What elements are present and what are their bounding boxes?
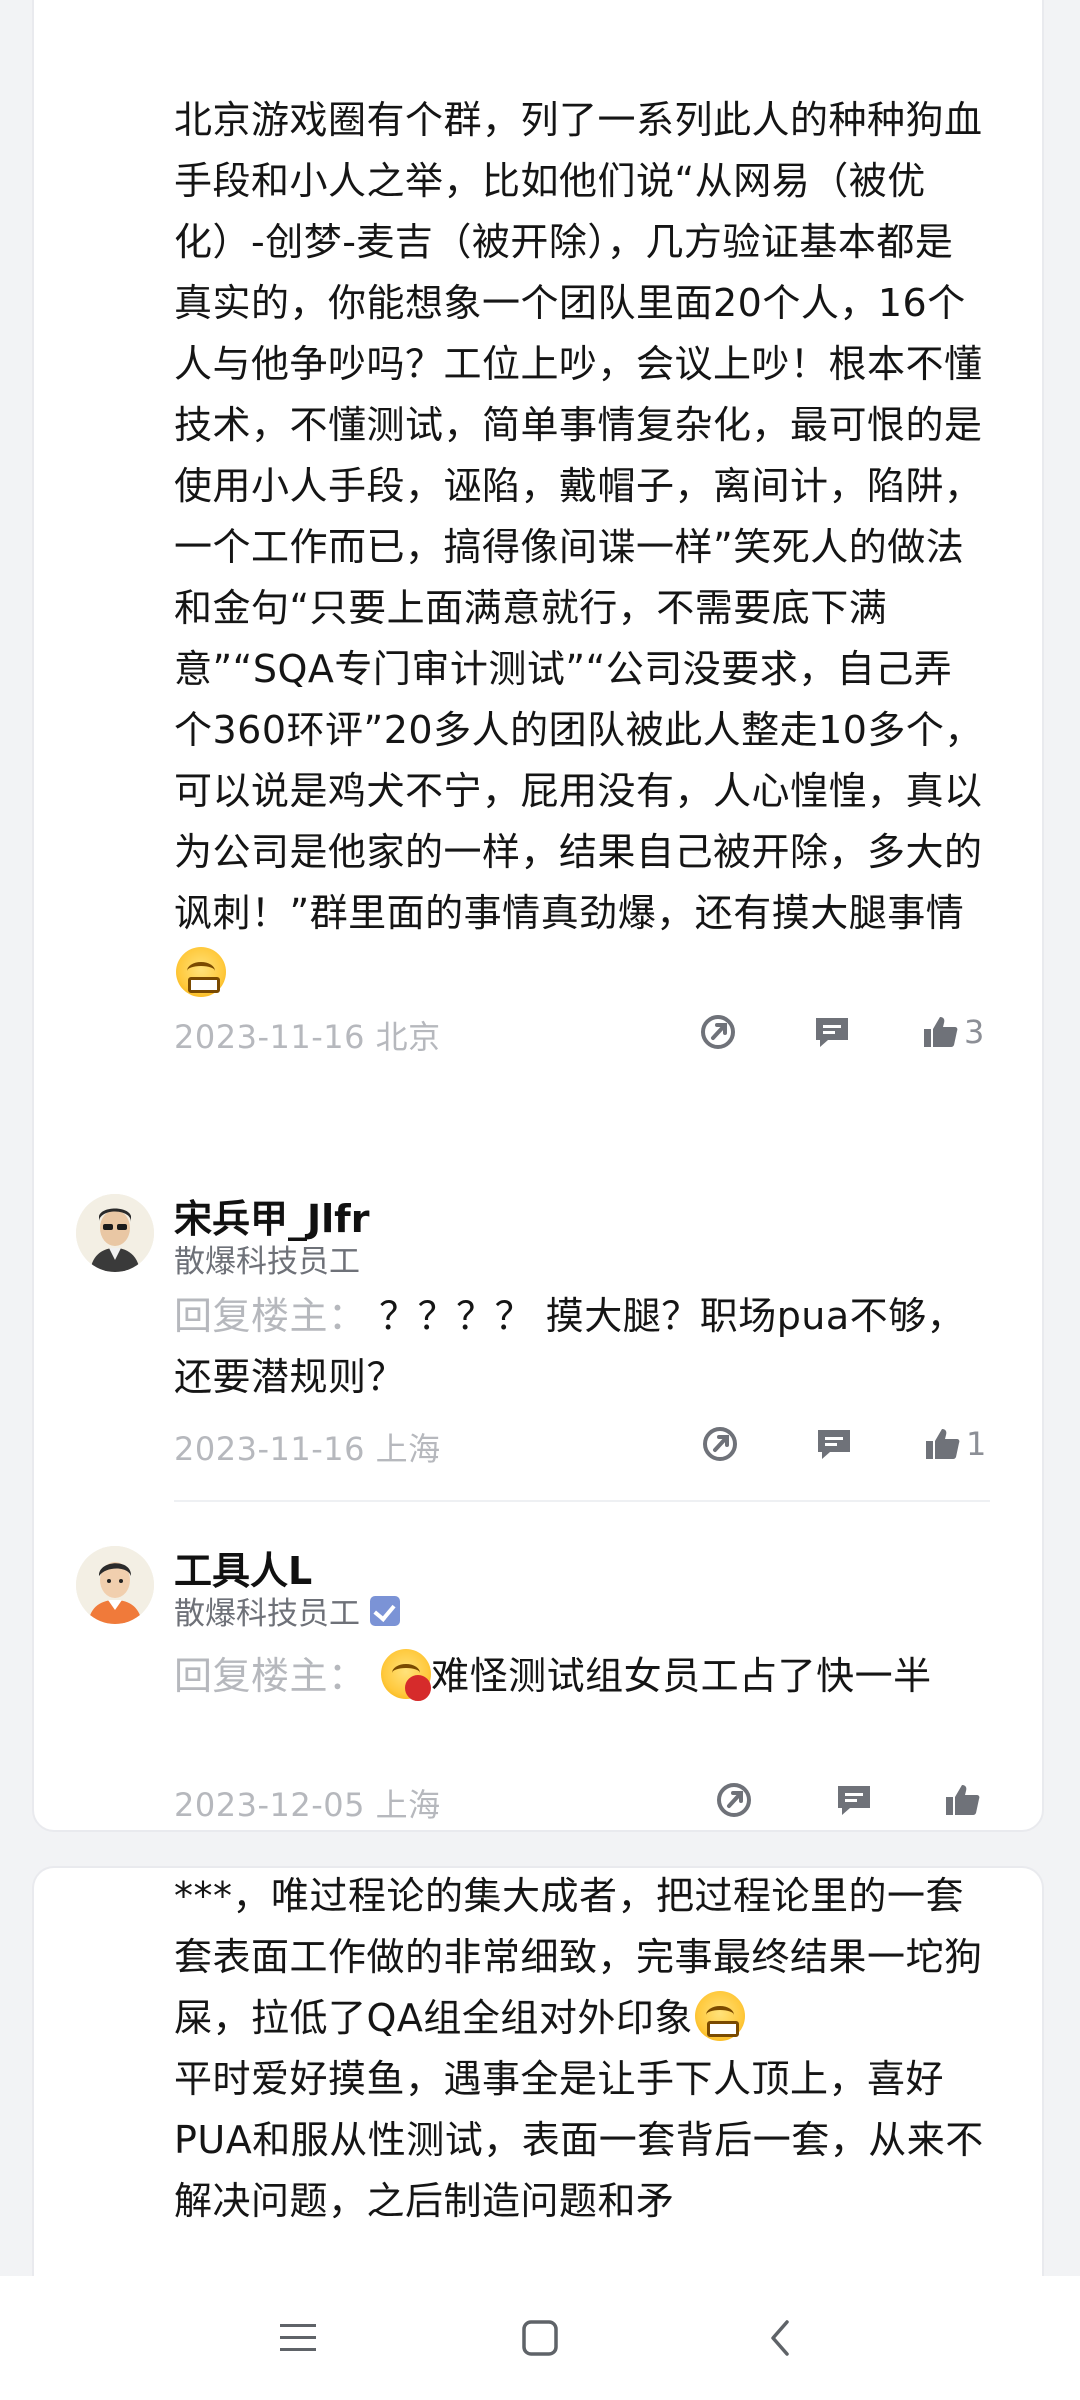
reply-meta: 2023-11-16 上海 1 [174,1418,990,1470]
share-button[interactable] [700,1422,740,1466]
thumbs-up-icon [926,1429,960,1459]
reply-prefix: 回复楼主： [174,1294,367,1338]
share-icon [701,1015,735,1049]
home-button[interactable] [500,2306,580,2370]
share-button[interactable] [714,1778,754,1822]
reply-date-location: 2023-12-05 上海 [174,1786,441,1824]
reply-divider [174,1500,990,1502]
post-text: 北京游戏圈有个群，列了一系列此人的种种狗血手段和小人之举，比如他们说“从网易（被… [174,98,983,935]
post-body: 北京游戏圈有个群，列了一系列此人的种种狗血手段和小人之举，比如他们说“从网易（被… [174,90,990,1005]
reply-body: 回复楼主： ？？？？ 摸大腿？职场pua不够，还要潜规则？ [174,1286,990,1408]
avatar[interactable] [76,1546,154,1624]
comment-icon [838,1786,870,1815]
username[interactable]: 工具人L [174,1540,312,1595]
menu-button[interactable] [258,2306,338,2370]
reply-text: 难怪测试组女员工占了快一半 [431,1654,932,1698]
comment-button[interactable] [814,1422,854,1466]
back-icon [771,2320,789,2356]
menu-icon [280,2324,316,2351]
grin-emoji-icon [694,1991,745,2041]
post-text: 平时爱好摸鱼，遇事全是让手下人顶上，喜好PUA和服从性测试，表面一套背后一套，从… [174,2057,984,2223]
reply-body: 回复楼主： 难怪测试组女员工占了快一半 [174,1646,990,1707]
comment-button[interactable] [834,1778,874,1822]
post-text: ***，唯过程论的集大成者，把过程论里的一套套表面工作做的非常细致，完事最终结果… [174,1874,983,2040]
avatar[interactable] [76,1194,154,1272]
like-count: 3 [964,1013,985,1051]
thumbs-up-icon [946,1785,980,1815]
thumbs-up-icon [924,1017,958,1047]
post-meta: 2023-11-16 北京 3 [174,1006,990,1058]
share-icon [717,1783,751,1817]
verified-badge-icon [370,1595,400,1626]
user-subtitle: 散爆科技员工 [174,1244,360,1280]
reply-meta: 2023-12-05 上海 [174,1774,990,1826]
back-button[interactable] [740,2306,820,2370]
post-body: ***，唯过程论的集大成者，把过程论里的一套套表面工作做的非常细致，完事最终结果… [174,1866,990,2274]
grin-emoji-icon [176,947,226,997]
like-count: 1 [966,1425,987,1463]
post-date-location: 2023-11-16 北京 [174,1018,441,1056]
system-navigation-bar [0,2276,1080,2400]
user-subtitle: 散爆科技员工 [174,1588,400,1633]
comment-button[interactable] [812,1010,852,1054]
comment-icon [816,1018,848,1047]
like-button[interactable]: 3 [922,1010,984,1054]
like-button[interactable] [944,1778,986,1822]
avatar-image [76,1546,154,1624]
share-button[interactable] [698,1010,738,1054]
avatar-image [76,1194,154,1272]
like-button[interactable]: 1 [924,1422,986,1466]
home-icon [522,2320,558,2356]
blush-emoji-icon [381,1649,432,1701]
comment-icon [818,1430,850,1459]
reply-date-location: 2023-11-16 上海 [174,1430,441,1468]
username[interactable]: 宋兵甲_Jlfr [174,1188,369,1243]
reply-prefix: 回复楼主： [174,1654,367,1698]
share-icon [703,1427,737,1461]
